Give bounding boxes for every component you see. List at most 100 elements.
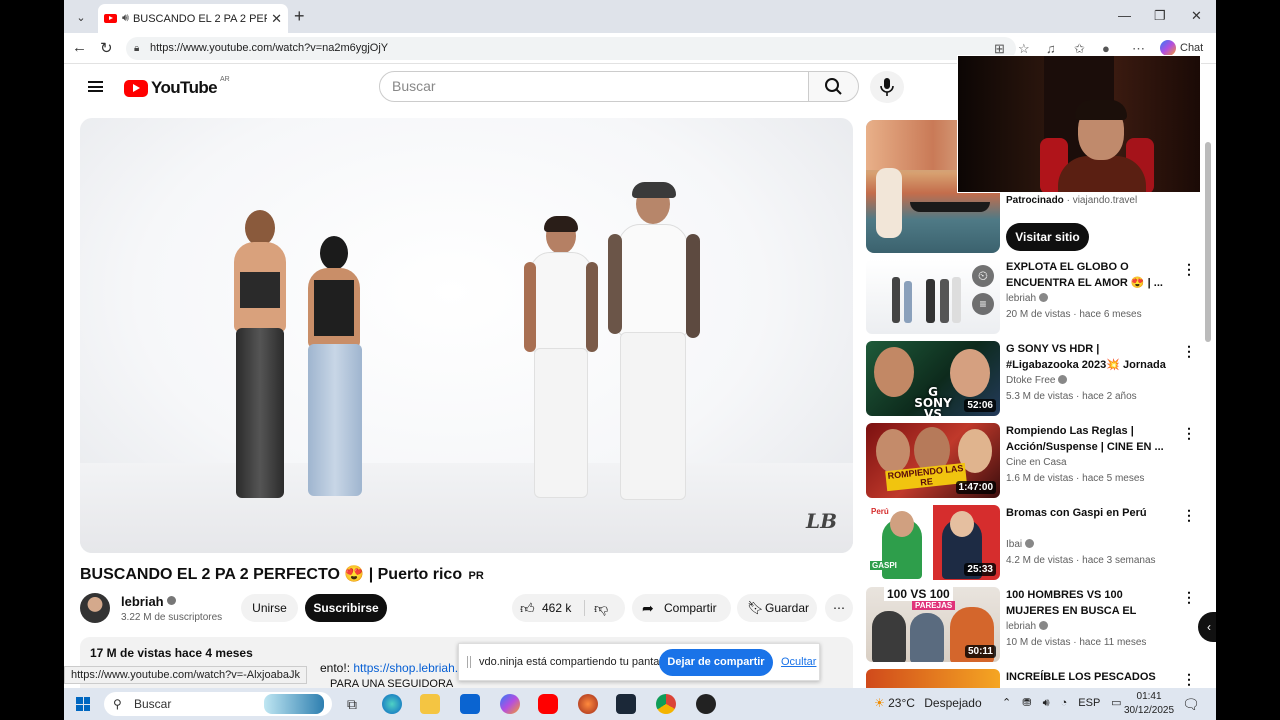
- rec-item-4[interactable]: Perú GASPI 25:33 Bromas con Gaspi en Per…: [866, 505, 1196, 581]
- media-app-icon[interactable]: [578, 694, 598, 714]
- rec-title: G SONY VS HDR | #Ligabazooka 2023💥 Jorna…: [1006, 343, 1166, 371]
- rec-duration: 25:33: [964, 563, 996, 576]
- url-field[interactable]: 🔒︎ https://www.youtube.com/watch?v=na2m6…: [126, 37, 1016, 60]
- edge-icon[interactable]: [382, 694, 402, 714]
- weather-sun-icon: ☀: [874, 696, 885, 710]
- sponsored-label: Patrocinado: [1006, 195, 1064, 206]
- webcam-overlay: [957, 55, 1201, 193]
- channel-avatar[interactable]: [80, 593, 110, 623]
- search-highlight-icon: [264, 694, 324, 714]
- close-window-icon[interactable]: ✕: [1191, 8, 1202, 24]
- add-to-queue-icon[interactable]: ≡: [972, 293, 994, 315]
- ad-gondola: [910, 202, 990, 212]
- rec-item-5[interactable]: 100 VS 100 PAREJAS 50:11 100 HOMBRES VS …: [866, 587, 1196, 663]
- rec-thumbnail-1: ⏲ ≡: [866, 259, 1000, 334]
- rec-more-icon[interactable]: ⋮: [1182, 589, 1196, 606]
- subscribe-button[interactable]: Suscribirse: [305, 594, 387, 622]
- rec-meta: 20 M de vistas · hace 6 meses: [1006, 309, 1142, 320]
- taskbar-search[interactable]: ⚲ Buscar: [104, 692, 332, 716]
- speaker-icon[interactable]: 🔊︎: [122, 12, 129, 25]
- save-label: Guardar: [765, 601, 810, 615]
- read-aloud-icon[interactable]: ♫: [1046, 41, 1056, 56]
- rec-more-icon[interactable]: ⋮: [1182, 507, 1196, 524]
- join-button[interactable]: Unirse: [241, 594, 298, 622]
- minimize-icon[interactable]: —: [1118, 8, 1131, 23]
- hide-notice-link[interactable]: Ocultar: [781, 656, 816, 668]
- video-title-row: BUSCANDO EL 2 PA 2 PERFECTO 😍 | Puerto r…: [80, 564, 484, 584]
- outlook-icon[interactable]: [460, 694, 480, 714]
- copilot-chat-button[interactable]: Chat: [1160, 40, 1203, 56]
- reload-icon[interactable]: ↻: [100, 39, 113, 57]
- chrome-icon[interactable]: [656, 694, 676, 714]
- description-line: ento!: https://shop.lebriah.com: [320, 661, 481, 675]
- menu-hamburger-icon[interactable]: [88, 81, 103, 92]
- verified-icon: [1039, 293, 1049, 302]
- rec-item-6[interactable]: INCREÍBLE LOS PESCADOS ⋮: [866, 669, 1196, 688]
- file-explorer-icon[interactable]: [420, 694, 440, 714]
- person-man-1: [522, 216, 600, 500]
- person-woman-1: [220, 210, 300, 500]
- rec-channel-row: Dtoke Free: [1006, 375, 1068, 386]
- thumb-text-parejas: PAREJAS: [912, 601, 956, 610]
- rec-duration: 50:11: [964, 645, 996, 658]
- rec-more-icon[interactable]: ⋮: [1182, 343, 1196, 360]
- person-man-2: [600, 182, 704, 502]
- rec-item-1[interactable]: ⏲ ≡ EXPLOTA EL GLOBO O ENCUENTRA EL AMOR…: [866, 259, 1196, 335]
- channel-name: lebriah: [121, 594, 164, 609]
- thumbs-up-icon[interactable]: 👍︎: [520, 594, 535, 622]
- save-button[interactable]: 🔖︎ Guardar: [737, 594, 817, 622]
- screen: ⌄ 🔊︎ BUSCANDO EL 2 PA 2 PERFEC ✕ + — ❐ ✕…: [0, 0, 1280, 720]
- rec-channel: lebriah: [1006, 293, 1037, 304]
- tab-bar: ⌄ 🔊︎ BUSCANDO EL 2 PA 2 PERFEC ✕ + — ❐ ✕: [64, 0, 1216, 33]
- rec-channel: Dtoke Free: [1006, 375, 1056, 386]
- more-actions-icon[interactable]: ⋯: [825, 594, 853, 622]
- thumbs-down-icon[interactable]: 👎︎: [594, 594, 608, 622]
- profile-icon[interactable]: ●: [1102, 41, 1110, 56]
- stop-sharing-button[interactable]: Dejar de compartir: [659, 649, 773, 676]
- tab-actions-chevron-icon[interactable]: ⌄: [70, 6, 92, 28]
- new-tab-icon[interactable]: +: [294, 6, 305, 26]
- youtube-logo[interactable]: YouTube AR: [124, 76, 230, 98]
- watch-later-icon[interactable]: ⏲: [972, 265, 994, 287]
- verified-icon: [1058, 375, 1068, 384]
- youtube-app-icon[interactable]: [538, 694, 558, 714]
- task-view-icon[interactable]: ⧉: [342, 694, 362, 714]
- video-player[interactable]: LB: [80, 118, 853, 553]
- channel-name-row[interactable]: lebriah: [121, 594, 176, 609]
- system-tray[interactable]: ⌃ ⛃ 🔊︎ ◔ ESP ▭: [1002, 696, 1122, 710]
- visit-site-button[interactable]: Visitar sitio: [1006, 223, 1089, 251]
- drag-grip-icon[interactable]: [467, 656, 471, 668]
- notifications-icon[interactable]: 🗨︎: [1182, 696, 1200, 713]
- steam-icon[interactable]: [616, 694, 636, 714]
- rec-item-3[interactable]: ROMPIENDO LAS RE 1:47:00 Rompiendo Las R…: [866, 423, 1196, 499]
- share-button[interactable]: ➦ Compartir: [632, 594, 731, 622]
- obs-icon[interactable]: [696, 694, 716, 714]
- back-icon[interactable]: ←: [72, 39, 87, 56]
- rec-duration: 52:06: [964, 399, 996, 412]
- sidebar-expand-chevron-icon[interactable]: ‹: [1198, 612, 1216, 642]
- maximize-icon[interactable]: ❐: [1154, 8, 1166, 24]
- thumb-badge-peru: Perú: [868, 507, 892, 516]
- like-count[interactable]: 462 k: [542, 594, 571, 622]
- rec-more-icon[interactable]: ⋮: [1182, 425, 1196, 442]
- copilot-taskbar-icon[interactable]: [500, 694, 520, 714]
- rec-meta: 1.6 M de vistas · hace 5 meses: [1006, 473, 1145, 484]
- scrollbar-thumb[interactable]: [1205, 142, 1211, 342]
- rec-item-2[interactable]: G SONY VS HDR 52:06 G SONY VS HDR | #Lig…: [866, 341, 1196, 417]
- rec-channel-row: lebriah: [1006, 293, 1049, 304]
- page-scrollbar[interactable]: [1204, 132, 1212, 676]
- search-button[interactable]: [808, 71, 859, 102]
- tab-youtube[interactable]: 🔊︎ BUSCANDO EL 2 PA 2 PERFEC ✕: [98, 4, 288, 33]
- rec-channel: Ibai: [1006, 539, 1023, 550]
- voice-search-button[interactable]: [870, 71, 904, 103]
- search-input[interactable]: Buscar: [379, 71, 809, 102]
- rec-channel: lebriah: [1006, 621, 1037, 632]
- clock[interactable]: 01:41 30/12/2025: [1124, 690, 1174, 718]
- windows-start-icon[interactable]: [76, 697, 90, 711]
- close-tab-icon[interactable]: ✕: [271, 11, 282, 27]
- rec-title: 100 HOMBRES VS 100 MUJERES EN BUSCA EL A…: [1006, 589, 1137, 617]
- rec-more-icon[interactable]: ⋮: [1182, 671, 1196, 688]
- rec-meta: 10 M de vistas · hace 11 meses: [1006, 637, 1147, 648]
- rec-more-icon[interactable]: ⋮: [1182, 261, 1196, 278]
- weather-widget[interactable]: ☀ 23°C Despejado: [874, 696, 982, 710]
